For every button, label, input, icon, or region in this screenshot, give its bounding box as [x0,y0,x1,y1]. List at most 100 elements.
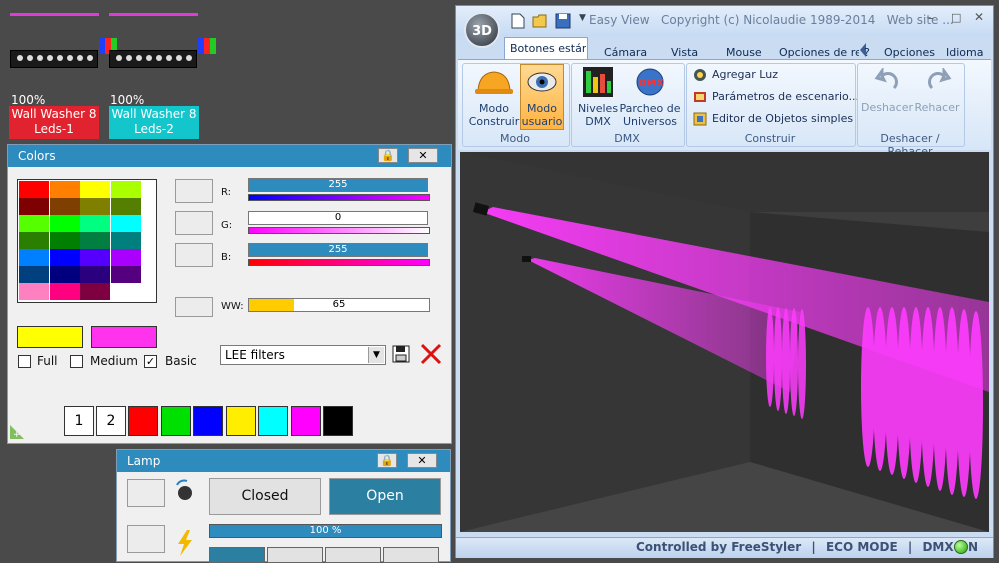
parcheo-universos-button[interactable]: Parcheo de Universos [618,102,682,128]
color-grid-cell[interactable] [110,249,141,266]
open-folder-icon[interactable] [532,13,548,29]
color-grid-cell[interactable] [80,181,110,198]
current-color-primary[interactable] [17,326,83,348]
color-grid-cell[interactable] [49,181,80,198]
color-grid-cell[interactable] [49,215,80,232]
rehacer-button[interactable]: Rehacer [912,101,962,114]
tab-camara[interactable]: Cámara [604,46,647,59]
full-checkbox[interactable] [18,355,31,368]
color-grid-cell[interactable] [19,181,49,198]
tab-vista[interactable]: Vista [671,46,698,59]
current-color-secondary[interactable] [91,326,157,348]
parametros-escenario-button[interactable]: Parámetros de escenario... [712,90,859,103]
fixture-2-icon[interactable] [109,38,197,68]
modo-construir-button[interactable]: Modo Construir [468,102,520,128]
tab-mouse[interactable]: Mouse [726,46,762,59]
color-grid-cell[interactable] [19,198,49,215]
editor-objetos-button[interactable]: Editor de Objetos simples [712,112,853,125]
modo-usuario-button[interactable]: Modo usuario [520,102,564,128]
palette-color-swatch[interactable] [323,406,353,436]
g-channel-button[interactable] [175,211,213,235]
lock-icon[interactable]: 🔒 [378,148,398,163]
color-grid-cell[interactable] [49,266,80,283]
color-grid-cell[interactable] [19,232,49,249]
open-button[interactable]: Open [329,478,441,515]
color-grid-cell[interactable] [49,232,80,249]
lamp-mode-button-2[interactable] [267,547,323,563]
resize-icon[interactable]: + [10,425,24,440]
color-grid-cell[interactable] [49,249,80,266]
lamp-mode-button-3[interactable] [325,547,381,563]
fixture-1-label[interactable]: Wall Washer 8 Leds-1 [9,106,99,139]
basic-checkbox[interactable]: ✓ [144,355,157,368]
color-grid-cell[interactable] [110,215,141,232]
lamp-panel-titlebar[interactable]: Lamp 🔒 ✕ [117,450,450,472]
chevron-down-icon[interactable]: ▼ [368,347,384,363]
palette-color-swatch[interactable] [128,406,158,436]
color-grid-cell[interactable] [19,283,49,300]
agregar-luz-button[interactable]: Agregar Luz [712,68,778,81]
deshacer-button[interactable]: Deshacer [860,101,914,114]
save-icon[interactable] [555,13,571,29]
ww-channel-button[interactable] [175,297,213,317]
color-grid-cell[interactable] [19,215,49,232]
color-grid-cell[interactable] [80,215,110,232]
color-grid-cell[interactable] [49,283,80,300]
palette-color-swatch[interactable] [225,406,256,436]
color-grid-cell[interactable] [80,198,110,215]
ww-slider[interactable]: 65 [248,298,430,312]
lamp-channel-button[interactable] [127,525,165,553]
help-menu[interactable]: ? [864,46,870,59]
r-channel-button[interactable] [175,179,213,203]
opciones-menu[interactable]: Opciones [884,46,935,59]
idioma-menu[interactable]: Idioma [946,46,983,59]
tab-opciones-de-re[interactable]: Opciones de re [779,46,859,59]
maximize-button[interactable]: □ [951,11,961,24]
palette-color-swatch[interactable] [160,406,191,436]
color-grid-cell[interactable] [110,181,141,198]
close-button[interactable]: ✕ [407,453,437,468]
color-grid-cell[interactable] [80,232,110,249]
medium-checkbox[interactable] [70,355,83,368]
delete-icon[interactable] [419,343,443,365]
r-slider[interactable]: 255 [248,178,428,192]
color-grid-cell[interactable] [49,198,80,215]
lock-icon[interactable]: 🔒 [377,453,397,468]
lamp-mode-button-1[interactable] [209,547,265,563]
save-icon[interactable] [392,344,410,364]
palette-color-swatch[interactable] [193,406,223,436]
color-grid-cell[interactable] [110,232,141,249]
3d-viewport[interactable] [460,152,989,532]
new-file-icon[interactable] [511,13,525,29]
color-grid-cell[interactable] [80,266,110,283]
minimize-button[interactable]: – [928,11,934,25]
lamp-mode-button-4[interactable] [383,547,439,563]
palette-page-2[interactable]: 2 [96,406,126,436]
color-grid-cell[interactable] [19,249,49,266]
b-channel-button[interactable] [175,243,213,267]
color-grid-cell[interactable] [80,283,110,300]
close-button[interactable]: ✕ [408,148,438,163]
quick-access-chevron-icon[interactable]: ▼ [579,13,586,23]
colors-panel-titlebar[interactable]: Colors 🔒 ✕ [8,145,451,167]
closed-button[interactable]: Closed [209,478,321,515]
color-grid-cell[interactable] [19,266,49,283]
lamp-progress[interactable]: 100 % [209,524,442,538]
g-slider[interactable]: 0 [248,211,428,225]
palette-page-1[interactable]: 1 [64,406,94,436]
app-logo[interactable]: 3D [464,12,500,48]
fixture-2-label[interactable]: Wall Washer 8 Leds-2 [109,106,199,139]
filter-select[interactable]: LEE filters ▼ [220,345,386,365]
niveles-dmx-button[interactable]: Niveles DMX [573,102,623,128]
color-grid-cell[interactable] [110,266,141,283]
close-button[interactable]: ✕ [974,10,984,24]
palette-color-swatch[interactable] [290,406,321,436]
shutter-channel-button[interactable] [127,479,165,507]
color-grid-cell[interactable] [110,283,141,300]
fixture-head-2[interactable] [522,256,531,262]
palette-color-swatch[interactable] [258,406,288,436]
fixture-1-icon[interactable] [10,38,98,68]
b-slider[interactable]: 255 [248,243,428,257]
color-grid-cell[interactable] [80,249,110,266]
color-grid-cell[interactable] [110,198,141,215]
